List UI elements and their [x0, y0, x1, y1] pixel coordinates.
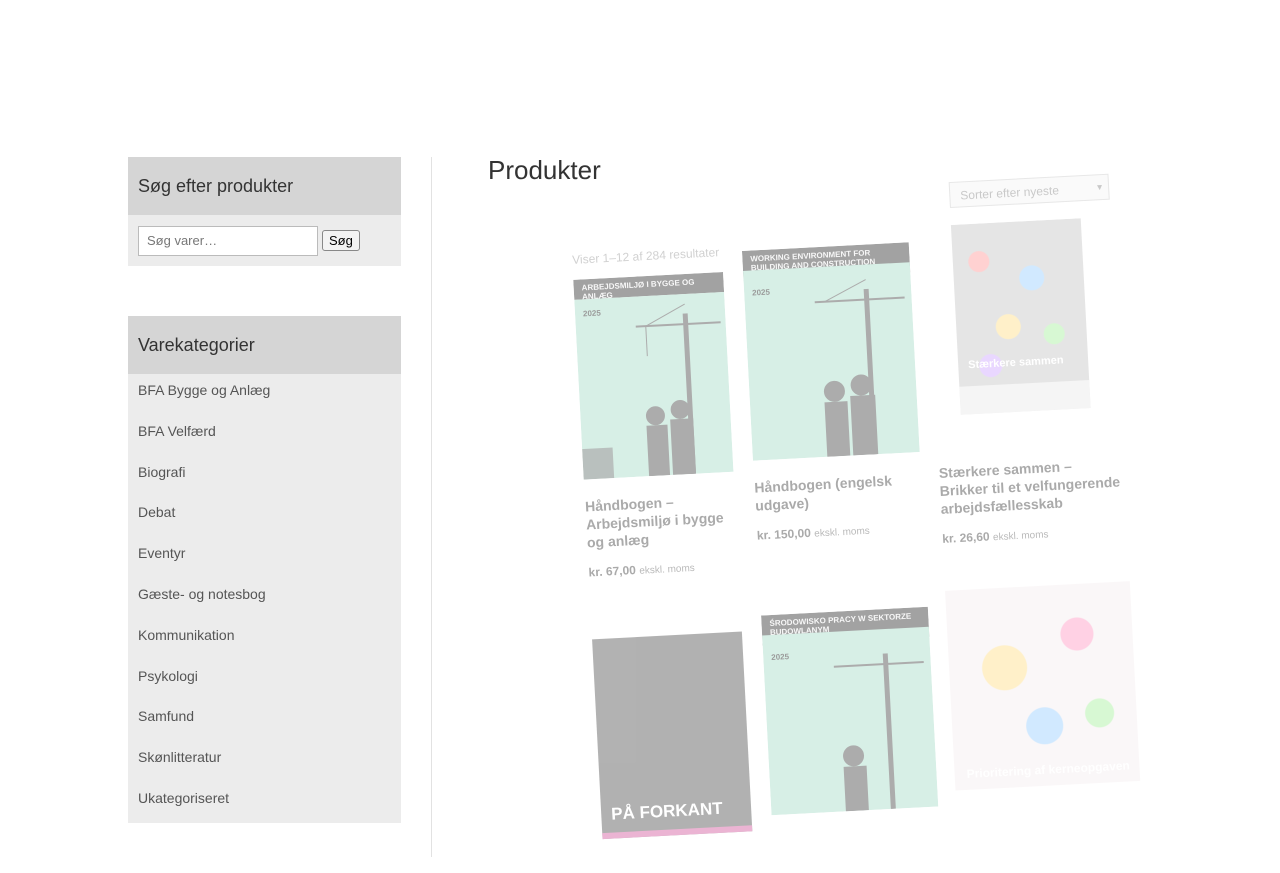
product-search-widget: Søg efter produkter Søg: [128, 157, 401, 266]
chevron-down-icon: ▾: [1096, 182, 1103, 194]
product-card[interactable]: ARBEJDSMILJØ I BYGGE OG ANLÆG 2025 Håndb…: [573, 272, 738, 579]
price-tax-note: ekskl. moms: [813, 525, 871, 540]
puzzle-cover: Stærkere sammen: [950, 218, 1091, 415]
search-input[interactable]: [138, 225, 318, 256]
product-grid: Sorter efter nyeste ▾ Viser 1–12 af 284 …: [568, 151, 1145, 840]
category-list: BFA Bygge og Anlæg BFA Velfærd Biografi …: [128, 374, 401, 823]
sort-select[interactable]: Sorter efter nyeste ▾: [948, 173, 1110, 209]
product-card[interactable]: Prioritering af kerneopgaven: [945, 581, 1141, 791]
sidebar: Søg efter produkter Søg Varekategorier B…: [128, 157, 401, 873]
crane-illustration-icon: [814, 279, 905, 458]
category-link[interactable]: Samfund: [128, 700, 401, 741]
category-link[interactable]: Debat: [128, 496, 401, 537]
product-title[interactable]: Håndbogen – Arbejdsmiljø i bygge og anlæ…: [585, 490, 738, 552]
product-cover[interactable]: Prioritering af kerneopgaven: [945, 581, 1141, 791]
price-tax-note: ekskl. moms: [992, 529, 1049, 544]
category-link[interactable]: Skønlitteratur: [128, 741, 401, 782]
category-link[interactable]: BFA Velfærd: [128, 415, 401, 456]
search-button[interactable]: Søg: [322, 230, 360, 251]
category-link[interactable]: Kommunikation: [128, 619, 401, 660]
category-link[interactable]: Ukategoriseret: [128, 782, 401, 823]
price-tax-note: ekskl. moms: [639, 562, 696, 577]
product-title[interactable]: Håndbogen (engelsk udgave): [754, 470, 923, 515]
sort-select-value: Sorter efter nyeste: [959, 183, 1060, 203]
product-card[interactable]: PÅ FORKANT: [592, 631, 753, 840]
category-link[interactable]: Eventyr: [128, 537, 401, 578]
column-divider: [431, 157, 432, 857]
product-price: kr. 150,00 ekskl. moms: [757, 520, 925, 543]
cover-label: Prioritering af kerneopgaven: [966, 758, 1131, 781]
crane-illustration-icon: [833, 653, 924, 812]
product-price: kr. 26,60 ekskl. moms: [942, 522, 1127, 546]
product-cover[interactable]: Stærkere sammen: [926, 217, 1122, 446]
price-amount: kr. 67,00: [588, 562, 637, 580]
result-count: Viser 1–12 af 284 resultater: [571, 245, 720, 267]
product-cover[interactable]: ŚRODOWISKO PRACY W SEKTORZE BUDOWLANYM 2…: [761, 606, 939, 816]
price-amount: kr. 150,00: [756, 525, 812, 543]
price-amount: kr. 26,60: [941, 529, 990, 546]
product-price: kr. 67,00 ekskl. moms: [588, 558, 739, 580]
category-link[interactable]: Biografi: [128, 456, 401, 497]
category-link[interactable]: Gæste- og notesbog: [128, 578, 401, 619]
cover-footer: [959, 379, 1091, 415]
search-row: Søg: [128, 215, 401, 266]
product-card[interactable]: WORKING ENVIRONMENT FOR BUILDING AND CON…: [741, 242, 925, 543]
product-cover[interactable]: WORKING ENVIRONMENT FOR BUILDING AND CON…: [741, 242, 920, 461]
category-link[interactable]: Psykologi: [128, 660, 401, 701]
product-cover[interactable]: PÅ FORKANT: [592, 631, 753, 840]
product-cover[interactable]: ARBEJDSMILJØ I BYGGE OG ANLÆG 2025: [573, 272, 734, 480]
cover-band: [602, 825, 753, 840]
crane-illustration-icon: [581, 303, 721, 480]
category-link[interactable]: BFA Bygge og Anlæg: [128, 374, 401, 415]
cover-label: PÅ FORKANT: [610, 798, 724, 824]
search-widget-title: Søg efter produkter: [128, 157, 401, 215]
product-card[interactable]: Stærkere sammen Stærkere sammen – Brikke…: [926, 217, 1127, 546]
product-card[interactable]: ŚRODOWISKO PRACY W SEKTORZE BUDOWLANYM 2…: [761, 606, 939, 816]
categories-widget: Varekategorier BFA Bygge og Anlæg BFA Ve…: [128, 316, 401, 823]
categories-widget-title: Varekategorier: [128, 316, 401, 374]
product-title[interactable]: Stærkere sammen – Brikker til et velfung…: [938, 454, 1126, 518]
